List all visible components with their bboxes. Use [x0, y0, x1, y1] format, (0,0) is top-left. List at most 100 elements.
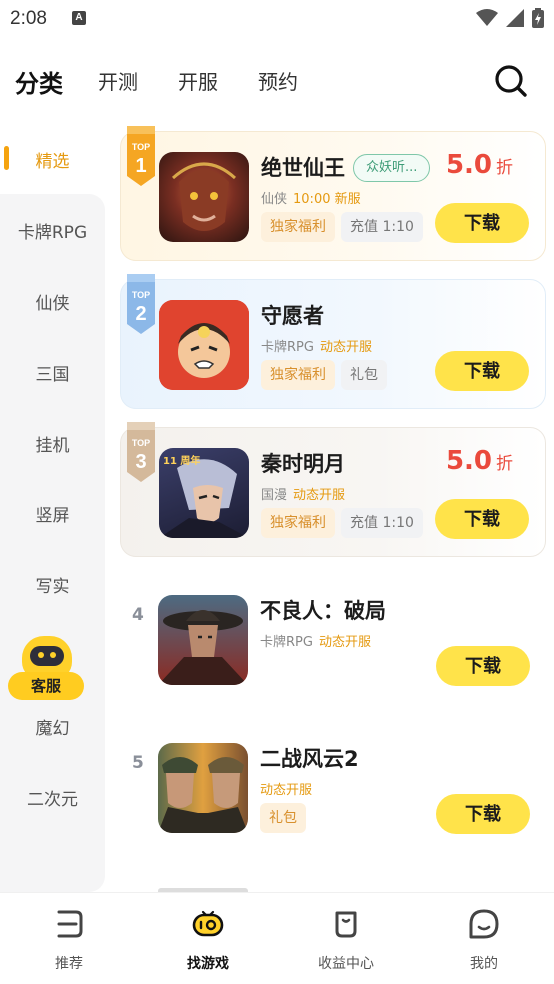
rank-number: 4 — [132, 605, 144, 625]
server-info: 10:00 新服 — [293, 192, 361, 207]
server-info: 动态开服 — [318, 635, 371, 650]
discount-label: 5.0 折 — [446, 446, 513, 476]
rank-number: 3 — [135, 451, 146, 473]
gamepad-icon — [192, 910, 224, 937]
rank-badge-silver-icon: TOP 2 — [127, 274, 155, 334]
rank-badge-text: TOP — [132, 438, 150, 448]
recommend-icon — [57, 910, 83, 938]
mascot-face — [30, 646, 64, 666]
download-button[interactable]: 下载 — [435, 351, 529, 391]
game-card[interactable]: TOP 3 11 周年 秦时明月 5.0 折 国漫 动态开服 独家福利 充值 1:1… — [120, 422, 546, 557]
game-name: 不良人：破局 — [260, 599, 386, 623]
rank-badge-gold-icon: TOP 1 — [127, 126, 155, 186]
rank-number: 1 — [135, 155, 146, 177]
game-genre: 卡牌RPG — [261, 340, 314, 355]
sidebar-item-featured[interactable]: 精选 — [0, 147, 105, 172]
bottom-navigation: 推荐 找游戏 收益中心 我的 — [0, 892, 554, 984]
game-icon[interactable] — [159, 152, 249, 242]
nav-profile[interactable]: 我的 — [434, 907, 534, 973]
customer-service-label: 客服 — [8, 672, 84, 700]
rank-number: 2 — [135, 303, 146, 325]
nav-label: 我的 — [470, 956, 498, 972]
gift-chip: 礼包 — [260, 803, 306, 833]
game-icon[interactable] — [158, 595, 248, 685]
game-card[interactable]: TOP 2 守愿者 卡牌RPG 动态开服 独家福利 礼包 下载 — [120, 274, 546, 409]
sidebar-item-anime[interactable]: 二次元 — [0, 785, 105, 810]
sidebar-item-fantasy[interactable]: 魔幻 — [0, 714, 105, 739]
nav-earnings[interactable]: 收益中心 — [296, 907, 396, 973]
gift-chip: 礼包 — [341, 360, 387, 390]
nav-label: 收益中心 — [318, 956, 374, 972]
game-genre: 卡牌RPG — [260, 635, 313, 650]
rank-number: 5 — [132, 753, 144, 773]
tab-new-server[interactable]: 开服 — [178, 66, 218, 95]
recharge-chip: 充值 1:10 — [341, 508, 423, 538]
tab-reservation[interactable]: 预约 — [258, 66, 298, 95]
game-card[interactable]: 5 二战风云2 动态开服 礼包 下载 — [120, 723, 546, 853]
tab-category[interactable]: 分类 — [15, 64, 63, 99]
nav-label: 推荐 — [55, 956, 83, 972]
benefit-chip: 独家福利 — [261, 212, 335, 242]
game-genre: 国漫 — [261, 488, 288, 503]
sidebar-item-idle[interactable]: 挂机 — [0, 431, 105, 456]
tab-beta-test[interactable]: 开测 — [98, 66, 138, 95]
game-meta: 动态开服 — [260, 779, 312, 798]
sidebar-item-vertical[interactable]: 竖屏 — [0, 501, 105, 526]
game-card[interactable]: 4 不良人：破局 卡牌RPG 动态开服 下载 — [120, 575, 546, 705]
game-card[interactable]: TOP 1 绝世仙王 众妖听... 5.0 折 仙侠 10:00 新服 独家福利 充… — [120, 126, 546, 261]
download-button[interactable]: 下载 — [435, 203, 529, 243]
anime-swordsman-icon: 11 周年 — [159, 454, 249, 538]
game-icon[interactable]: 11 周年 — [159, 448, 249, 538]
customer-service-button[interactable]: 客服 — [8, 634, 84, 702]
sidebar-item-xianxia[interactable]: 仙侠 — [0, 289, 105, 314]
game-meta: 卡牌RPG 动态开服 — [260, 631, 371, 650]
discount-label: 5.0 折 — [446, 150, 513, 180]
status-time: 2:08 — [10, 8, 47, 29]
game-icon[interactable] — [159, 300, 249, 390]
nav-find-games[interactable]: 找游戏 — [158, 907, 258, 973]
game-name: 守愿者 — [261, 304, 324, 328]
game-name: 绝世仙王 — [261, 156, 345, 180]
soldiers-icon — [158, 757, 248, 833]
sidebar-item-three-kingdoms[interactable]: 三国 — [0, 360, 105, 385]
download-button[interactable]: 下载 — [436, 646, 530, 686]
nav-label: 找游戏 — [187, 956, 229, 972]
server-info: 动态开服 — [293, 488, 346, 503]
nav-recommend[interactable]: 推荐 — [19, 907, 119, 973]
wifi-icon — [476, 9, 498, 26]
game-meta: 国漫 动态开服 — [261, 484, 345, 503]
game-name: 秦时明月 — [261, 452, 345, 476]
notification-icon: A — [72, 11, 86, 25]
anniversary-text: 11 周年 — [163, 454, 200, 467]
benefit-chip: 独家福利 — [261, 508, 335, 538]
search-icon[interactable] — [494, 64, 528, 98]
game-icon[interactable] — [158, 743, 248, 833]
rank-badge-text: TOP — [132, 290, 150, 300]
signal-icon — [506, 9, 524, 27]
benefit-chip: 独家福利 — [261, 360, 335, 390]
game-meta: 卡牌RPG 动态开服 — [261, 336, 372, 355]
cartoon-hero-icon — [159, 300, 249, 390]
sidebar-item-card-rpg[interactable]: 卡牌RPG — [0, 218, 105, 243]
rank-badge-text: TOP — [132, 142, 150, 152]
status-bar: 2:08 A — [0, 0, 554, 40]
mascot-eye-left — [38, 652, 44, 658]
server-info: 动态开服 — [260, 783, 313, 798]
download-button[interactable]: 下载 — [436, 794, 530, 834]
category-tabs: 分类 开测 开服 预约 — [0, 52, 554, 108]
game-tag: 众妖听... — [353, 154, 431, 182]
battery-icon — [532, 8, 544, 28]
status-icons — [476, 8, 544, 28]
hatted-warrior-icon — [158, 610, 248, 685]
mascot-eye-right — [50, 652, 56, 658]
discount-unit: 折 — [496, 454, 513, 474]
game-name: 二战风云2 — [260, 747, 359, 771]
monkey-king-icon — [171, 162, 237, 231]
download-button[interactable]: 下载 — [435, 499, 529, 539]
recharge-chip: 充值 1:10 — [341, 212, 423, 242]
sidebar-item-realistic[interactable]: 写实 — [0, 572, 105, 597]
earnings-icon — [335, 911, 357, 938]
discount-value: 5.0 — [445, 446, 492, 476]
discount-unit: 折 — [496, 158, 513, 178]
discount-value: 5.0 — [445, 150, 492, 180]
